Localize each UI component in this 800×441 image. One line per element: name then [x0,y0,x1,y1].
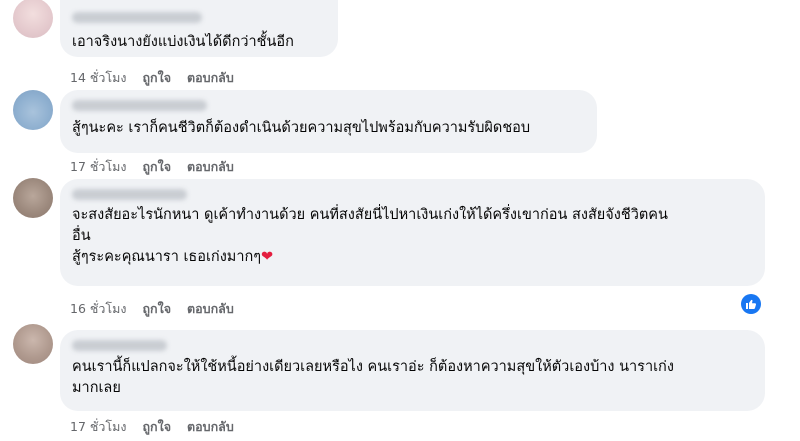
comment-line: อื่น [72,228,91,244]
timestamp[interactable]: 17 ชั่วโมง [70,417,126,437]
timestamp[interactable]: 16 ชั่วโมง [70,299,126,319]
comment-line: มากเลย [72,380,121,396]
comment-bubble: จะสงสัยอะไรนักหนา ดูเค้าทำงานด้วย คนที่ส… [60,179,765,286]
comment-bubble: เอาจริงนางยังแบ่งเงินได้ดีกว่าชั้นอีก [60,0,338,57]
comment-actions: 17 ชั่วโมง ถูกใจ ตอบกลับ [70,417,234,437]
comment-text: เอาจริงนางยังแบ่งเงินได้ดีกว่าชั้นอีก [72,34,294,50]
comment-text: จะสงสัยอะไรนักหนา ดูเค้าทำงานด้วย คนที่ส… [72,205,753,268]
avatar[interactable] [13,0,53,38]
thumbs-up-icon [745,295,757,314]
comment-actions: 17 ชั่วโมง ถูกใจ ตอบกลับ [70,157,234,177]
reply-button[interactable]: ตอบกลับ [187,417,234,437]
comment-line: คนเรานี้ก็แปลกจะให้ใช้หนี้อย่างเดียวเลยห… [72,359,674,375]
avatar[interactable] [13,178,53,218]
comment-text: สู้ๆนะคะ เราก็คนชีวิตก็ต้องดำเนินด้วยควา… [72,120,531,136]
comment-bubble: สู้ๆนะคะ เราก็คนชีวิตก็ต้องดำเนินด้วยควา… [60,90,597,153]
comment-line: สู้ๆระคะคุณนารา เธอเก่งมากๆ❤ [72,249,274,265]
author-name[interactable] [72,100,207,111]
author-name[interactable] [72,340,167,351]
timestamp[interactable]: 17 ชั่วโมง [70,157,126,177]
like-button[interactable]: ถูกใจ [142,68,171,88]
avatar[interactable] [13,90,53,130]
like-button[interactable]: ถูกใจ [142,417,171,437]
comment-bubble: คนเรานี้ก็แปลกจะให้ใช้หนี้อย่างเดียวเลยห… [60,330,765,411]
comment-text: คนเรานี้ก็แปลกจะให้ใช้หนี้อย่างเดียวเลยห… [72,357,753,399]
reply-button[interactable]: ตอบกลับ [187,157,234,177]
author-name[interactable] [72,12,202,23]
heart-emoji: ❤ [261,249,274,265]
comment-actions: 14 ชั่วโมง ถูกใจ ตอบกลับ [70,68,234,88]
avatar[interactable] [13,324,53,364]
like-button[interactable]: ถูกใจ [142,299,171,319]
comment-actions: 16 ชั่วโมง ถูกใจ ตอบกลับ [70,299,234,319]
reply-button[interactable]: ตอบกลับ [187,68,234,88]
timestamp[interactable]: 14 ชั่วโมง [70,68,126,88]
comment-line: จะสงสัยอะไรนักหนา ดูเค้าทำงานด้วย คนที่ส… [72,207,668,223]
author-name[interactable] [72,189,187,200]
reaction-badge[interactable] [741,294,761,314]
like-button[interactable]: ถูกใจ [142,157,171,177]
reply-button[interactable]: ตอบกลับ [187,299,234,319]
